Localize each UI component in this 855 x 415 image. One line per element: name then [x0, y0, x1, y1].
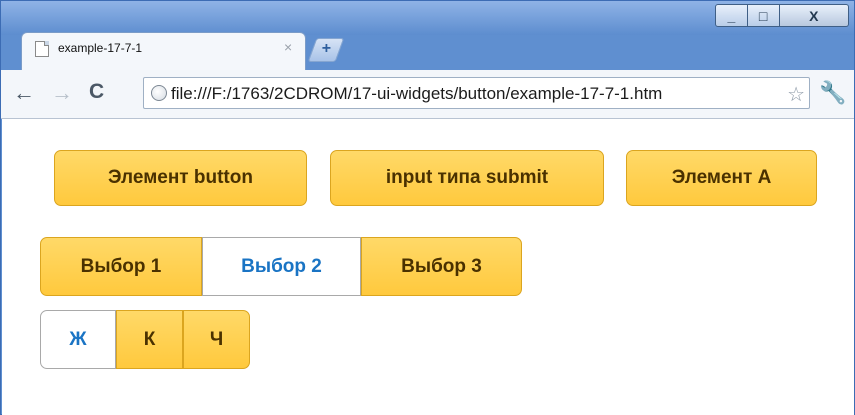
page-content: Элемент button input типа submit Элемент…: [2, 119, 854, 415]
radio-choice-2[interactable]: Выбор 2: [202, 237, 361, 296]
link-button[interactable]: Элемент A: [626, 150, 817, 206]
address-url[interactable]: file:///F:/1763/2CDROM/17-ui-widgets/but…: [171, 84, 662, 104]
radio-button-group: Выбор 1 Выбор 2 Выбор 3: [40, 237, 522, 296]
close-window-button[interactable]: X: [779, 4, 849, 27]
toggle-italic[interactable]: К: [116, 310, 183, 369]
forward-icon[interactable]: →: [51, 80, 73, 106]
radio-choice-3[interactable]: Выбор 3: [361, 237, 522, 296]
radio-choice-1[interactable]: Выбор 1: [40, 237, 202, 296]
document-icon: [35, 41, 49, 57]
new-tab-button[interactable]: +: [307, 38, 345, 62]
minimize-button[interactable]: _: [715, 4, 748, 27]
plus-icon: +: [321, 40, 332, 57]
browser-toolbar: ← → C file:///F:/1763/2CDROM/17-ui-widge…: [1, 70, 854, 119]
tab-close-icon[interactable]: ×: [284, 39, 292, 55]
tab-title: example-17-7-1: [58, 41, 143, 55]
toggle-bold[interactable]: Ж: [40, 310, 116, 369]
browser-window: _ □ X example-17-7-1 × + ← → C file:///F…: [0, 0, 855, 415]
reload-icon[interactable]: C: [89, 80, 104, 104]
button-element-button[interactable]: Элемент button: [54, 150, 307, 206]
globe-icon: [151, 85, 167, 101]
window-controls: _ □ X: [715, 4, 849, 27]
input-submit-button[interactable]: input типа submit: [330, 150, 604, 206]
tab-example-17-7-1[interactable]: example-17-7-1 ×: [21, 32, 306, 71]
bookmark-star-icon[interactable]: ☆: [787, 82, 805, 107]
address-bar[interactable]: file:///F:/1763/2CDROM/17-ui-widgets/but…: [143, 77, 810, 109]
maximize-button[interactable]: □: [747, 4, 780, 27]
checkbox-button-group: Ж К Ч: [40, 310, 250, 370]
back-icon[interactable]: ←: [13, 80, 35, 106]
wrench-icon[interactable]: 🔧: [819, 80, 846, 106]
toggle-underline[interactable]: Ч: [183, 310, 250, 369]
